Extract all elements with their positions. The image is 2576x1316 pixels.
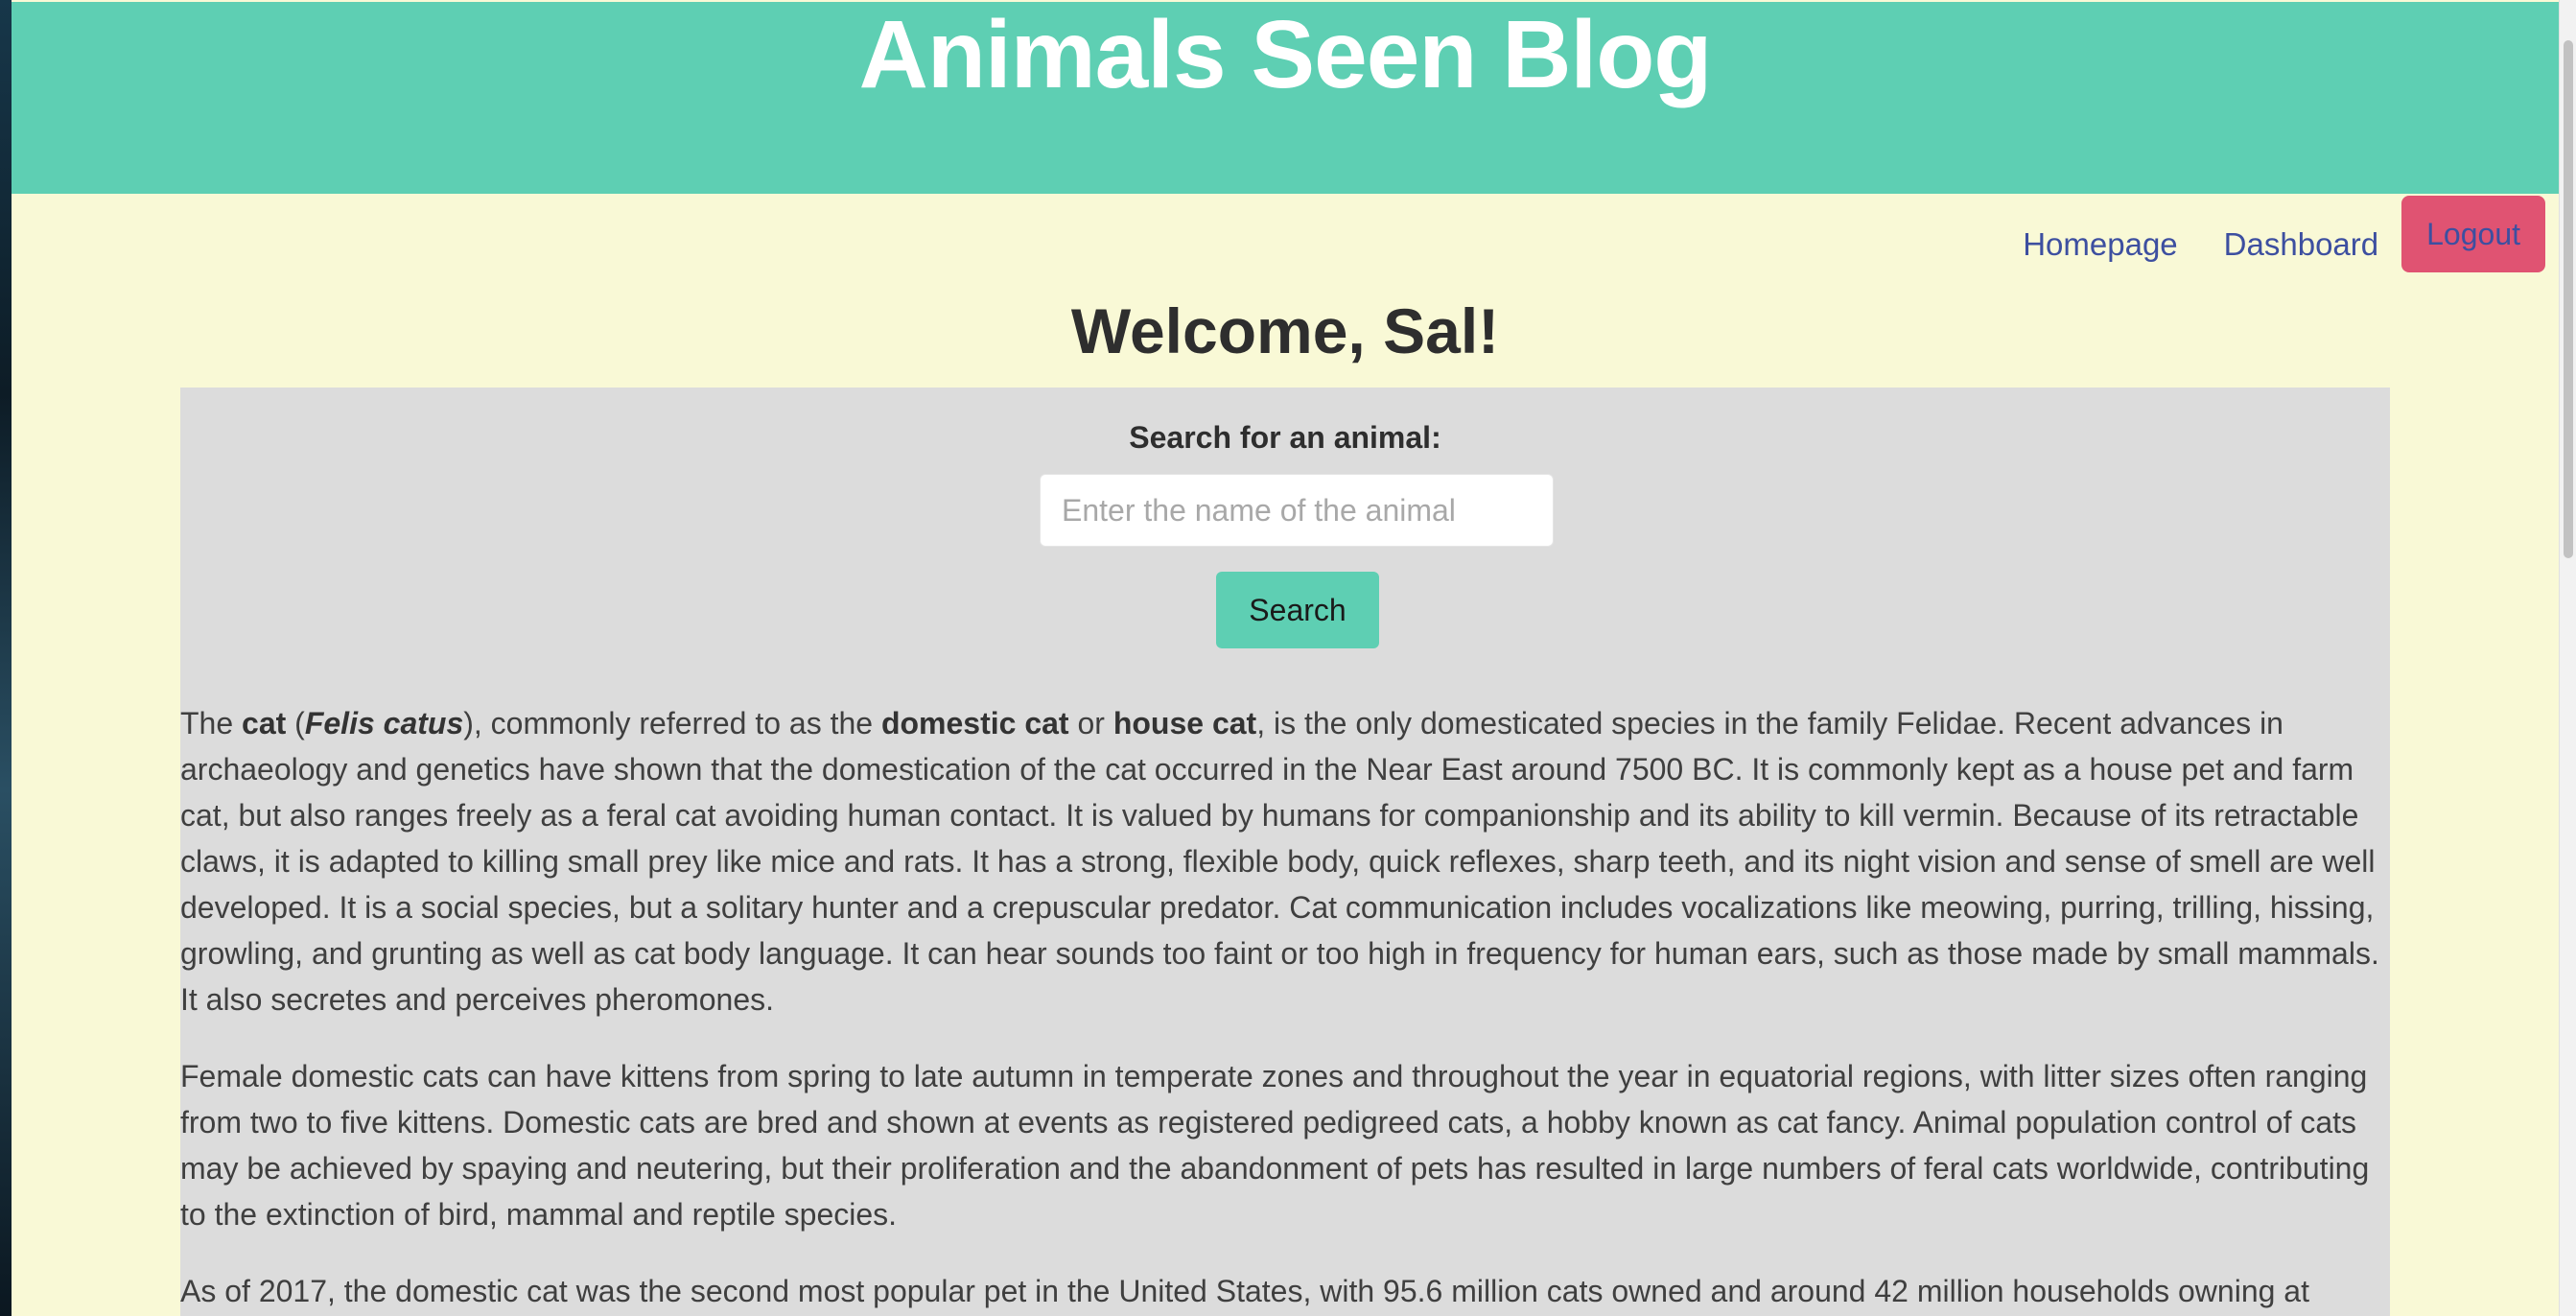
scrollbar-thumb[interactable] (2564, 40, 2573, 558)
bold-term-domestic-cat: domestic cat (880, 706, 1069, 740)
content-panel: Search for an animal: Search The cat (Fe… (180, 388, 2390, 1316)
article-paragraph-1: The cat (Felis catus), commonly referred… (180, 706, 2379, 1017)
top-nav: Homepage Dashboard Logout (2023, 196, 2545, 272)
scientific-name: Felis catus (304, 706, 464, 740)
article-paragraph-3: As of 2017, the domestic cat was the sec… (180, 1274, 2309, 1308)
logout-button[interactable]: Logout (2401, 196, 2545, 272)
nav-homepage-link[interactable]: Homepage (2023, 226, 2177, 263)
animal-article: The cat (Felis catus), commonly referred… (180, 700, 2390, 1316)
welcome-heading: Welcome, Sal! (1070, 295, 1500, 366)
desktop-background (0, 0, 12, 1316)
article-paragraph-2: Female domestic cats can have kittens fr… (180, 1059, 2370, 1232)
search-label: Search for an animal: (1129, 420, 1441, 455)
bold-term-cat: cat (242, 706, 287, 740)
bold-term-house-cat: house cat (1112, 706, 1257, 740)
site-title: Animals Seen Blog (858, 1, 1713, 108)
page-scrollbar[interactable] (2559, 0, 2576, 1316)
browser-page: Animals Seen Blog Homepage Dashboard Log… (12, 0, 2559, 1316)
animal-search-input[interactable] (1040, 474, 1554, 547)
site-header: Animals Seen Blog (12, 2, 2559, 194)
search-button[interactable]: Search (1216, 572, 1379, 648)
nav-dashboard-link[interactable]: Dashboard (2224, 226, 2378, 263)
